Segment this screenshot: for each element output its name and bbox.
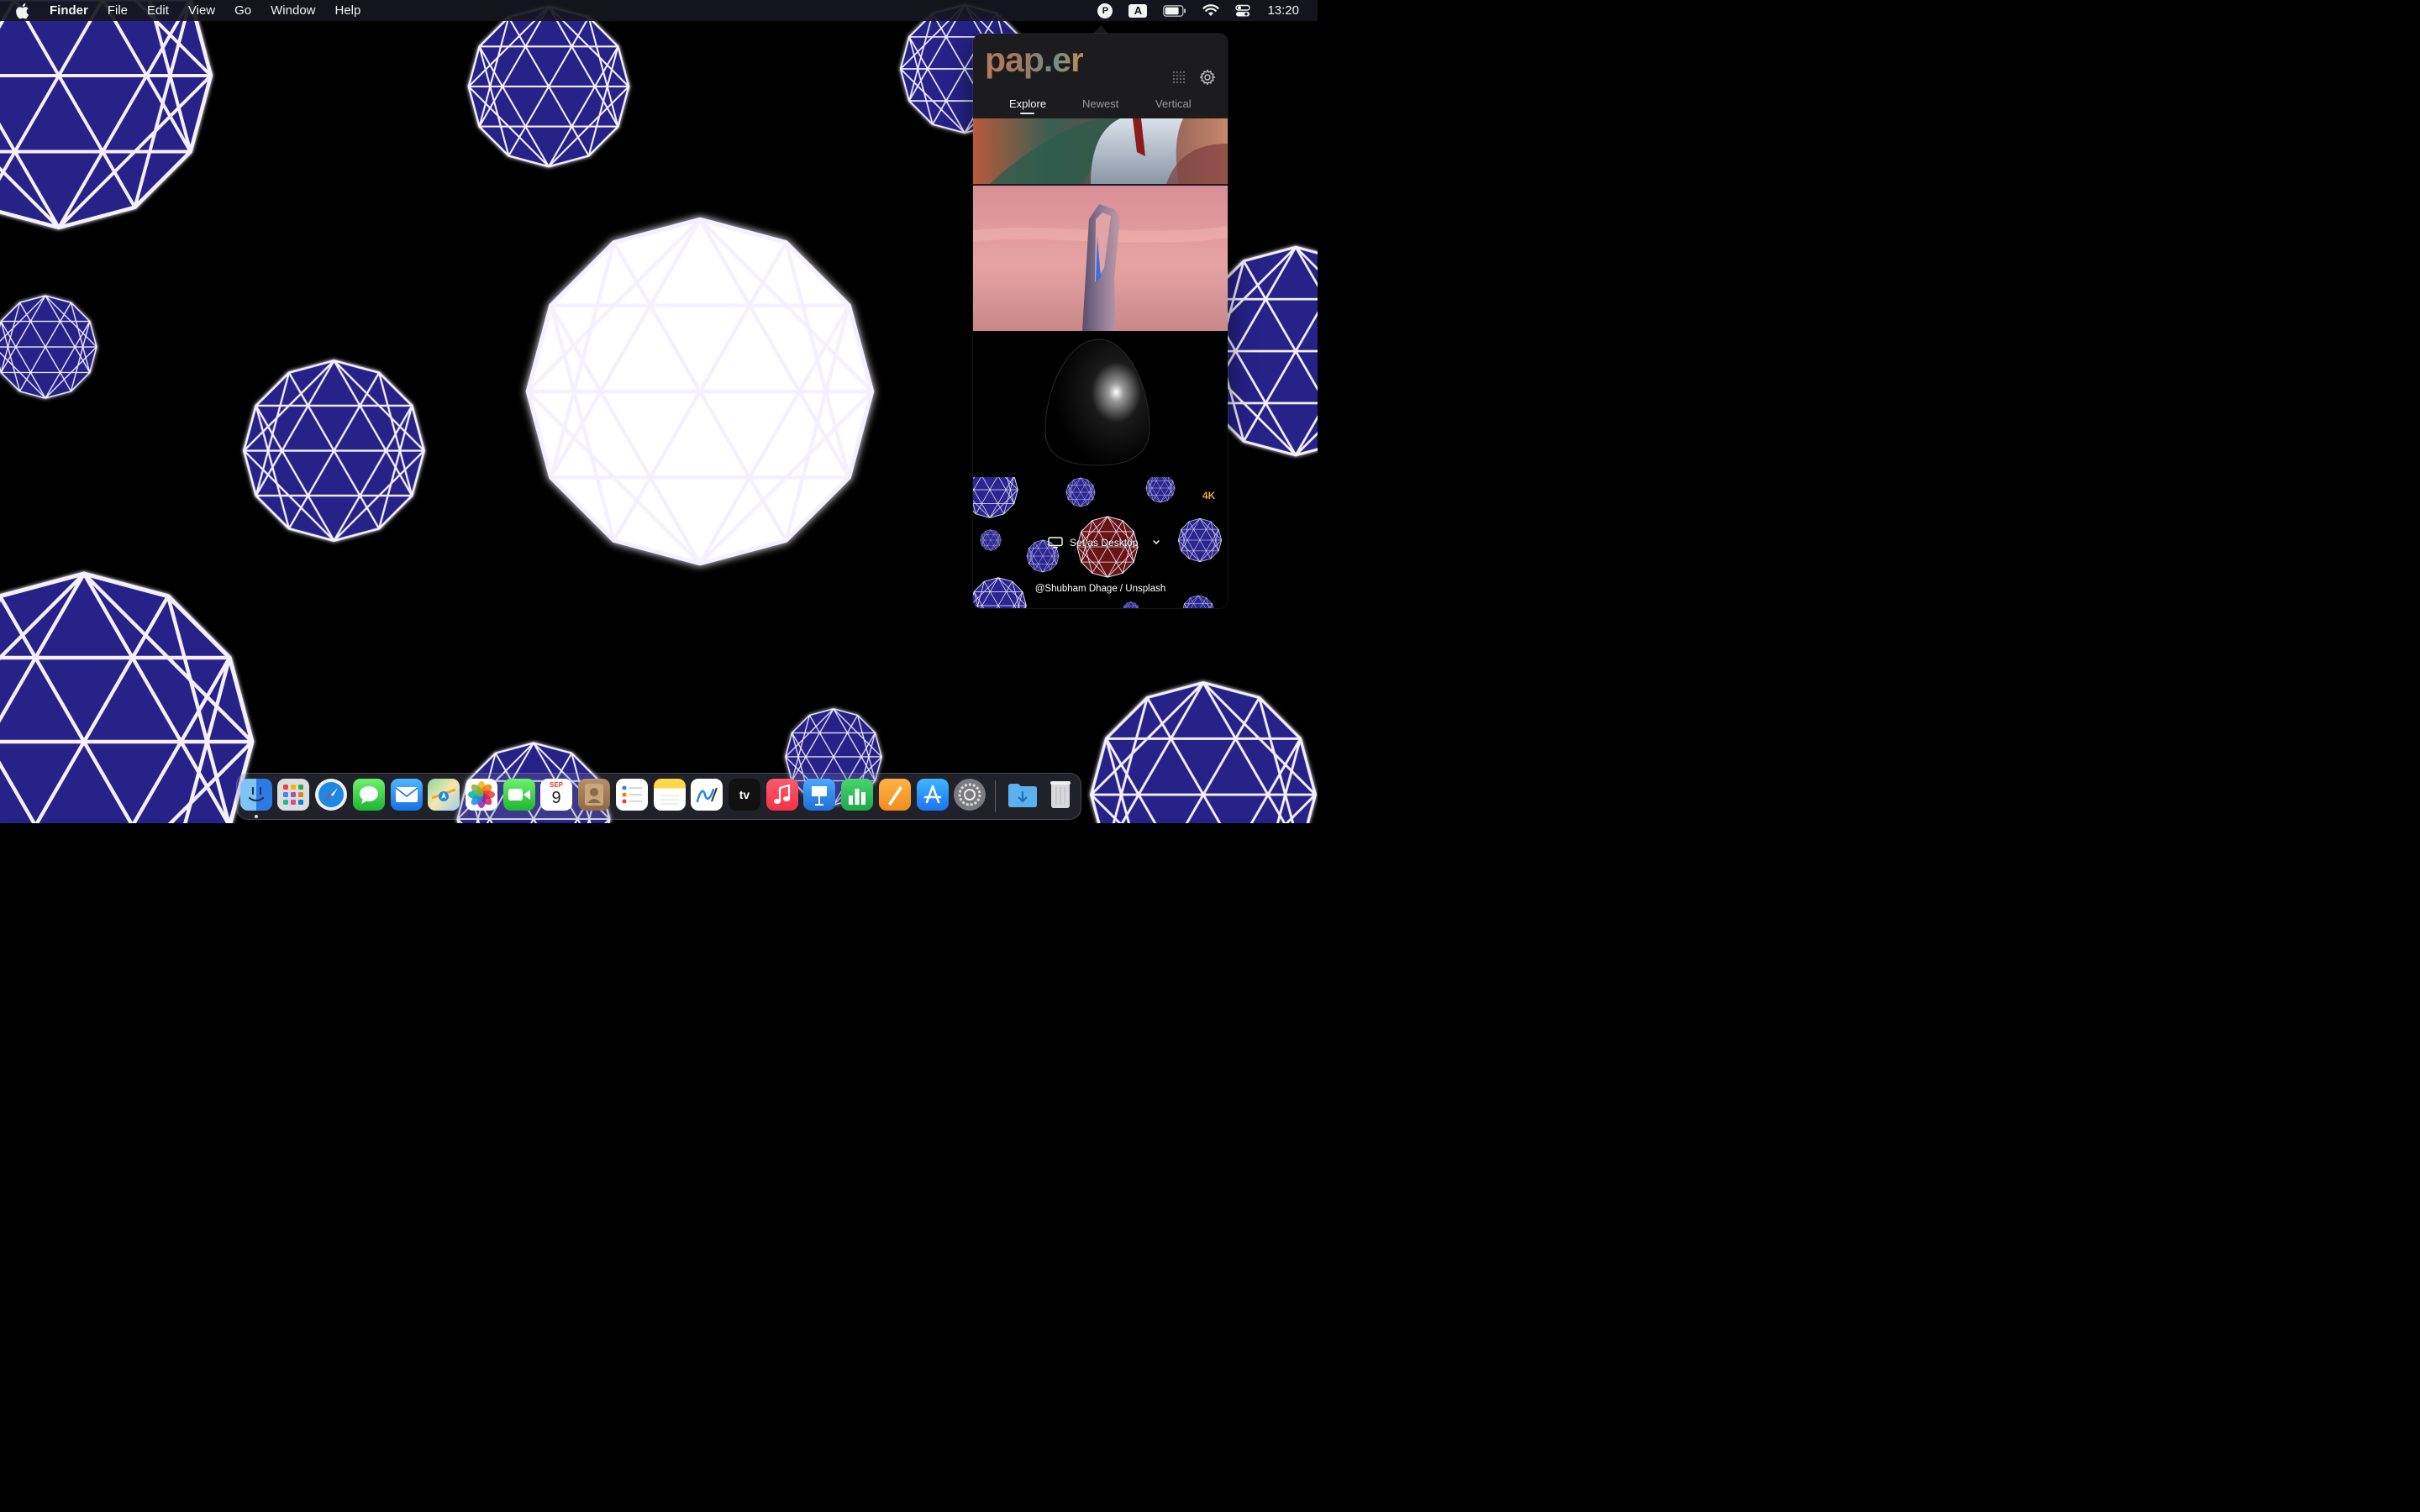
dock-contacts-icon[interactable] — [578, 779, 610, 811]
popover-tabs: Explore Newest Vertical — [973, 97, 1228, 119]
menu-bar: Finder File Edit View Go Window Help P A… — [0, 0, 1318, 21]
menu-app-name[interactable]: Finder — [50, 3, 88, 18]
menu-file[interactable]: File — [108, 3, 128, 18]
battery-icon[interactable] — [1163, 4, 1186, 17]
dock-tv-icon[interactable]: tv — [729, 779, 760, 811]
tv-label: tv — [739, 788, 750, 801]
menu-edit[interactable]: Edit — [147, 3, 169, 18]
menu-help[interactable]: Help — [335, 3, 361, 18]
dock-launchpad-icon[interactable] — [277, 779, 309, 811]
paper-popover: pap.er Explore Newest Vertical 4K Set as… — [973, 34, 1228, 608]
dock-maps-icon[interactable] — [428, 779, 460, 811]
tab-explore[interactable]: Explore — [1009, 97, 1046, 110]
grid-icon[interactable] — [1171, 70, 1186, 85]
dock-keynote-icon[interactable] — [803, 779, 835, 811]
dock-pages-icon[interactable] — [879, 779, 911, 811]
input-source-letter: A — [1128, 3, 1148, 18]
dock: SEP 9 tv — [236, 773, 1081, 820]
set-as-desktop-button[interactable]: Set as Desktop — [1048, 534, 1163, 551]
dock-system-settings-icon[interactable] — [954, 779, 986, 811]
dock-facetime-icon[interactable] — [503, 779, 535, 811]
menu-go[interactable]: Go — [234, 3, 251, 18]
apple-menu-icon[interactable] — [16, 3, 33, 19]
menu-view[interactable]: View — [188, 3, 215, 18]
calendar-month: SEP — [549, 781, 563, 789]
dock-appstore-icon[interactable] — [917, 779, 949, 811]
wifi-icon[interactable] — [1202, 4, 1220, 17]
dock-separator — [995, 780, 996, 812]
dock-safari-icon[interactable] — [315, 779, 347, 811]
dock-calendar-icon[interactable]: SEP 9 — [540, 779, 572, 811]
tab-newest[interactable]: Newest — [1082, 97, 1118, 110]
menu-window[interactable]: Window — [271, 3, 315, 18]
dock-mail-icon[interactable] — [391, 779, 423, 811]
input-source-icon[interactable]: A — [1128, 3, 1148, 18]
active-tab-indicator — [1020, 113, 1034, 114]
tab-vertical[interactable]: Vertical — [1155, 97, 1192, 110]
wallpaper-thumbnail[interactable] — [973, 186, 1228, 331]
dock-reminders-icon[interactable] — [616, 779, 648, 811]
dock-photos-icon[interactable] — [466, 779, 497, 811]
menu-bar-clock[interactable]: 13:20 — [1267, 3, 1299, 18]
gear-icon[interactable] — [1199, 69, 1216, 86]
chevron-down-icon[interactable] — [1150, 538, 1163, 547]
dock-music-icon[interactable] — [766, 779, 798, 811]
finder-running-indicator — [255, 815, 258, 818]
dock-numbers-icon[interactable] — [841, 779, 873, 811]
app-logo: pap.er — [985, 40, 1084, 79]
resolution-badge: 4K — [1202, 490, 1216, 501]
dock-trash-icon[interactable] — [1044, 779, 1076, 811]
dock-freeform-icon[interactable] — [691, 779, 723, 811]
dock-notes-icon[interactable] — [654, 779, 686, 811]
wallpaper-thumbnail[interactable] — [973, 331, 1228, 477]
dock-downloads-folder-icon[interactable] — [1007, 779, 1039, 811]
set-as-desktop-label: Set as Desktop — [1070, 537, 1139, 549]
paper-status-letter: P — [1097, 3, 1113, 18]
dock-messages-icon[interactable] — [353, 779, 385, 811]
control-center-icon[interactable] — [1235, 4, 1251, 18]
wallpaper-thumbnail[interactable] — [973, 118, 1228, 184]
photo-credit[interactable]: @Shubham Dhage / Unsplash — [973, 584, 1228, 594]
paper-status-icon[interactable]: P — [1097, 3, 1113, 18]
dock-finder-icon[interactable] — [240, 779, 272, 811]
calendar-day: 9 — [551, 789, 561, 807]
display-icon — [1048, 537, 1063, 549]
